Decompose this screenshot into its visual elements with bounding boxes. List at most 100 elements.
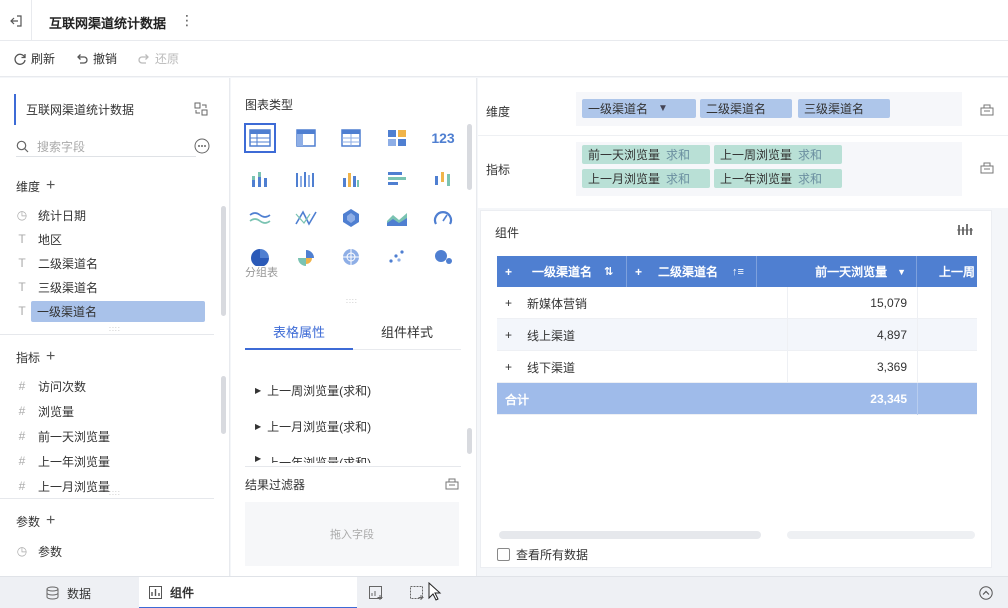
collapse-up-icon[interactable] (979, 586, 993, 600)
radar-line-chart-icon[interactable] (290, 203, 322, 233)
table-row[interactable]: + 线下渠道 3,369 (497, 351, 977, 383)
gauge-chart-icon[interactable] (427, 203, 459, 233)
bar-chart-icon[interactable] (381, 164, 413, 194)
scatter-chart-icon[interactable] (381, 242, 413, 272)
measure-chip[interactable]: 上一月浏览量 求和 (582, 169, 710, 188)
expand-icon[interactable]: + (635, 265, 642, 279)
number-card-chart-icon[interactable]: 123 (427, 123, 459, 153)
property-scrollbar[interactable] (467, 428, 472, 454)
table-hscroll-right[interactable] (787, 531, 975, 539)
chart-settings-icon[interactable] (957, 223, 973, 237)
more-options-icon[interactable] (194, 138, 210, 154)
measure-chip[interactable]: 前一天浏览量 求和 (582, 145, 710, 164)
tab-widget-style[interactable]: 组件样式 (381, 322, 433, 341)
measure-settings-icon[interactable] (980, 160, 994, 174)
filter-drop-zone[interactable]: 拖入字段 (245, 502, 459, 566)
measure-drop-zone[interactable]: 前一天浏览量 求和 上一周浏览量 求和 上一月浏览量 求和 上一年浏览量 求和 (576, 142, 962, 196)
field-item[interactable]: T 地区 (16, 229, 62, 249)
multi-column-chart-icon[interactable] (290, 164, 322, 194)
expand-icon[interactable]: + (505, 287, 512, 319)
table-row[interactable]: + 新媒体营销 15,079 (497, 287, 977, 319)
tab-table-properties[interactable]: 表格属性 (273, 322, 325, 341)
add-dimension-icon[interactable]: + (46, 177, 55, 195)
detail-table-chart-icon[interactable] (335, 123, 367, 153)
bubble-chart-icon[interactable] (427, 242, 459, 272)
chart-icon (149, 585, 162, 599)
column-header[interactable]: + 一级渠道名 ⇅ (497, 256, 627, 287)
drop-hint: 拖入字段 (330, 529, 374, 541)
resize-handle[interactable]: :::: (346, 298, 358, 305)
more-menu-icon[interactable]: ⋮ (180, 12, 194, 29)
text-type-icon: T (18, 256, 26, 270)
add-widget-icon[interactable] (369, 586, 384, 600)
field-item[interactable]: # 浏览量 (16, 401, 74, 421)
property-item[interactable]: ▶ 上一月浏览量(求和) (255, 418, 371, 435)
resize-handle[interactable]: :::: (109, 490, 121, 497)
expand-icon[interactable]: + (505, 319, 512, 351)
stacked-column-chart-icon[interactable] (244, 164, 276, 194)
undo-button[interactable]: 撤销 (75, 50, 117, 67)
radar-chart-icon[interactable] (335, 203, 367, 233)
field-item-selected[interactable]: T 一级渠道名 (16, 300, 205, 322)
dimension-drop-zone[interactable]: 一级渠道名 ▼ 二级渠道名 三级渠道名 (576, 92, 962, 126)
dimension-chip[interactable]: 三级渠道名 (798, 99, 890, 118)
view-all-data-checkbox[interactable]: 查看所有数据 (497, 546, 588, 563)
dataset-selector[interactable]: 互联网渠道统计数据 (14, 94, 214, 125)
group-table-chart-icon[interactable] (244, 123, 276, 153)
sort-filter-icon[interactable]: ⇅ (604, 265, 613, 278)
caret-right-icon: ▶ (255, 386, 262, 395)
sort-dropdown-icon[interactable]: ▼ (897, 267, 906, 277)
checkbox[interactable] (497, 548, 510, 561)
redo-button[interactable]: 还原 (137, 50, 179, 67)
chart-type-scrollbar[interactable] (467, 124, 472, 190)
area-chart-icon[interactable] (381, 203, 413, 233)
measure-scrollbar[interactable] (221, 376, 226, 434)
filter-icon[interactable]: ▼ (658, 103, 668, 114)
exit-button[interactable] (0, 0, 32, 41)
field-search[interactable]: 搜索字段 (16, 137, 196, 157)
kpi-card-chart-icon[interactable] (381, 123, 413, 153)
switch-dataset-icon[interactable] (194, 102, 208, 116)
line-chart-icon[interactable] (244, 203, 276, 233)
tab-data[interactable]: 数据 (46, 577, 138, 608)
refresh-button[interactable]: 刷新 (13, 50, 55, 67)
add-measure-icon[interactable]: + (46, 348, 55, 366)
table-hscroll-left[interactable] (499, 531, 761, 539)
search-input[interactable]: 搜索字段 (37, 138, 85, 155)
expand-icon[interactable]: + (505, 265, 512, 279)
field-item[interactable]: # 访问次数 (16, 376, 86, 396)
property-item[interactable]: ▶ 上一年浏览量(求和) (255, 454, 371, 463)
add-param-icon[interactable]: + (46, 512, 55, 530)
field-item[interactable]: T 二级渠道名 (16, 253, 98, 273)
property-item[interactable]: ▶ 上一周浏览量(求和) (255, 382, 371, 399)
dimension-chip[interactable]: 二级渠道名 (700, 99, 792, 118)
field-item[interactable]: # 上一月浏览量 (16, 476, 110, 496)
expand-icon[interactable]: + (505, 351, 512, 383)
field-item[interactable]: ◷ 参数 (16, 541, 62, 561)
rose-chart-icon[interactable] (290, 242, 322, 272)
filter-settings-icon[interactable] (445, 476, 459, 490)
field-item[interactable]: T 三级渠道名 (16, 277, 98, 297)
param-title: 参数 (16, 514, 41, 529)
dimension-settings-icon[interactable] (980, 102, 994, 116)
column-chart-icon[interactable] (335, 164, 367, 194)
dimension-scrollbar[interactable] (221, 206, 226, 316)
field-item[interactable]: # 前一天浏览量 (16, 426, 110, 446)
range-column-chart-icon[interactable] (427, 164, 459, 194)
column-header[interactable]: + 二级渠道名 ↑≡ (627, 256, 757, 287)
column-header[interactable]: 上一周 (917, 256, 977, 287)
add-dashboard-icon[interactable] (410, 586, 425, 600)
resize-handle[interactable]: :::: (109, 326, 121, 333)
tab-widget[interactable]: 组件 (139, 577, 357, 608)
column-header[interactable]: 前一天浏览量 ▼ (757, 256, 917, 287)
field-item[interactable]: ◷ 统计日期 (16, 205, 86, 225)
map-chart-icon[interactable] (335, 242, 367, 272)
dimension-chip[interactable]: 一级渠道名 ▼ (582, 99, 696, 118)
measure-chip[interactable]: 上一周浏览量 求和 (714, 145, 842, 164)
sort-ascending-icon[interactable]: ↑≡ (732, 266, 744, 278)
measure-chip[interactable]: 上一年浏览量 求和 (714, 169, 842, 188)
property-label: 上一月浏览量(求和) (267, 420, 372, 434)
cross-table-chart-icon[interactable] (290, 123, 322, 153)
field-item[interactable]: # 上一年浏览量 (16, 451, 110, 471)
table-row[interactable]: + 线上渠道 4,897 (497, 319, 977, 351)
